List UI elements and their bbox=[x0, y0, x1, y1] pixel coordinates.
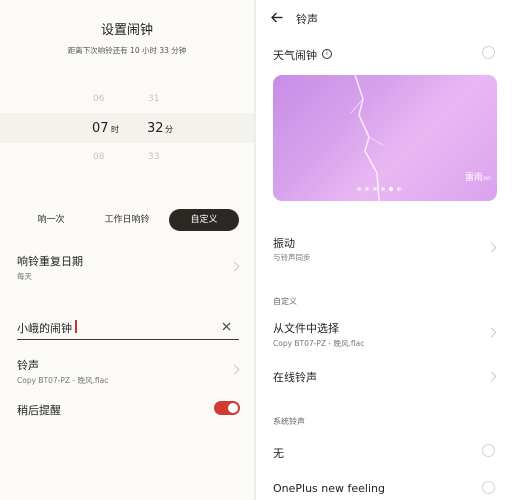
clear-icon[interactable] bbox=[222, 322, 231, 331]
text-caret bbox=[75, 320, 77, 333]
chevron-right-icon bbox=[229, 364, 240, 375]
custom-repeat-button[interactable]: 自定义 bbox=[169, 209, 239, 231]
snooze-toggle[interactable] bbox=[214, 401, 240, 415]
hour-selected[interactable]: 07 bbox=[92, 121, 109, 136]
minute-option[interactable]: 31 bbox=[148, 94, 159, 104]
ringtone-title: 铃声 bbox=[17, 359, 39, 372]
weather-preview-card[interactable]: 雷雨 on bbox=[273, 75, 497, 201]
repeat-dates-title: 响铃重复日期 bbox=[17, 255, 83, 268]
carousel-dot-active bbox=[389, 187, 393, 191]
chevron-right-icon bbox=[486, 371, 497, 382]
page-title: 设置闹钟 bbox=[100, 23, 153, 38]
next-ring-countdown: 距离下次响铃还有 10 小时 33 分钟 bbox=[67, 46, 187, 55]
carousel-dot bbox=[381, 187, 385, 191]
lightning-icon bbox=[350, 75, 384, 201]
custom-section-header: 自定义 bbox=[273, 297, 297, 306]
from-file-subtitle: Copy BT07-PZ - 晚风.flac bbox=[273, 339, 365, 348]
weekday-repeat-button[interactable]: 工作日响铃 bbox=[94, 209, 160, 231]
vibration-title: 振动 bbox=[273, 237, 295, 250]
from-file-title: 从文件中选择 bbox=[273, 322, 339, 335]
ringtone-value: Copy BT07-PZ - 晚风.flac bbox=[17, 376, 109, 385]
system-ringtone-oneplus: OnePlus new feeling bbox=[273, 482, 385, 495]
carousel-dot bbox=[357, 187, 361, 191]
weather-card-label: 雷雨 bbox=[464, 173, 483, 183]
online-ringtone-title: 在线铃声 bbox=[273, 371, 317, 384]
repeat-dates-value: 每天 bbox=[17, 272, 32, 281]
chevron-right-icon bbox=[229, 261, 240, 272]
system-ringtone-none-radio[interactable] bbox=[482, 444, 495, 457]
input-underline bbox=[17, 339, 239, 340]
picker-selection-band bbox=[0, 113, 254, 143]
system-ringtone-oneplus-radio[interactable] bbox=[482, 481, 495, 494]
system-ringtone-none: 无 bbox=[273, 447, 284, 460]
info-icon[interactable]: i bbox=[322, 49, 332, 59]
ringtone-panel: 铃声 天气闹钟 i 雷雨 on 振动 与铃声同步 自定义 从文件中选择 Copy… bbox=[256, 0, 512, 500]
back-arrow-icon[interactable] bbox=[271, 12, 283, 23]
weather-card-tag: on bbox=[483, 175, 491, 182]
alarm-name-value[interactable]: 小峨的闹钟 bbox=[17, 320, 72, 336]
minute-selected[interactable]: 32 bbox=[147, 121, 164, 136]
hour-option[interactable]: 08 bbox=[93, 152, 104, 162]
vibration-subtitle: 与铃声同步 bbox=[273, 253, 311, 262]
weather-alarm-title: 天气闹钟 bbox=[273, 49, 317, 62]
carousel-dot bbox=[365, 187, 369, 191]
minute-option[interactable]: 33 bbox=[148, 152, 159, 162]
alarm-settings-panel: 设置闹钟 距离下次响铃还有 10 小时 33 分钟 06 07 时 08 31 … bbox=[0, 0, 254, 500]
snooze-title: 稍后提醒 bbox=[17, 404, 61, 417]
chevron-right-icon bbox=[486, 327, 497, 338]
header-title: 铃声 bbox=[296, 13, 318, 26]
carousel-dot bbox=[373, 187, 377, 191]
hour-option[interactable]: 06 bbox=[93, 94, 104, 104]
minute-unit: 分 bbox=[165, 125, 173, 134]
weather-alarm-radio[interactable] bbox=[482, 46, 495, 59]
system-section-header: 系统铃声 bbox=[273, 417, 305, 426]
carousel-dot bbox=[397, 187, 401, 191]
repeat-once-button[interactable]: 响一次 bbox=[22, 209, 80, 231]
chevron-right-icon bbox=[486, 242, 497, 253]
hour-unit: 时 bbox=[111, 125, 119, 134]
